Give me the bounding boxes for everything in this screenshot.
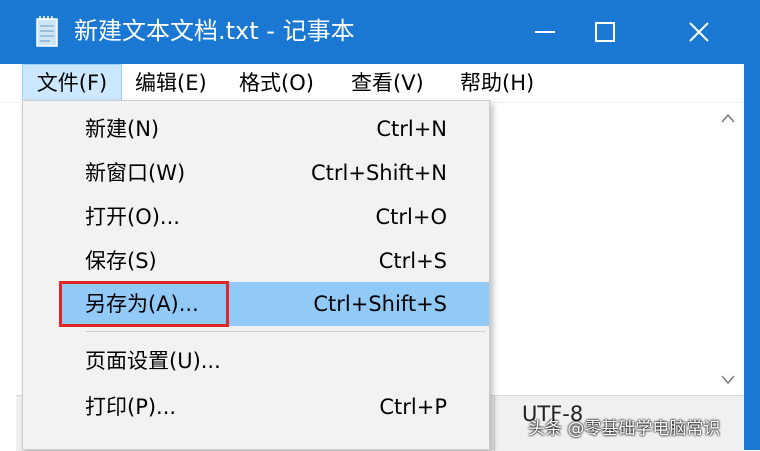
notepad-window: 新建文本文档.txt - 记事本 文件(F) 编辑(E) 格式(O) 查看(V)… <box>0 0 760 451</box>
watermark-text: 头条 @零基础学电脑常识 <box>528 419 721 439</box>
vertical-scrollbar[interactable] <box>712 103 744 395</box>
window-title: 新建文本文档.txt - 记事本 <box>74 17 355 45</box>
scroll-down-icon[interactable] <box>721 375 735 385</box>
close-icon <box>689 22 709 42</box>
close-button[interactable] <box>656 0 742 64</box>
menu-help[interactable]: 帮助(H) <box>460 64 534 102</box>
status-divider <box>494 396 495 451</box>
menu-bar: 文件(F) 编辑(E) 格式(O) 查看(V) 帮助(H) <box>0 64 760 103</box>
menu-separator <box>85 331 485 332</box>
menu-item-shortcut: Ctrl+N <box>376 117 447 141</box>
menu-item-shortcut: Ctrl+O <box>375 205 448 229</box>
menu-item-label: 保存(S) <box>85 249 157 273</box>
notepad-app-icon <box>36 16 58 47</box>
menu-item-print[interactable]: 打印(P)... Ctrl+P <box>23 385 489 429</box>
menu-item-label: 新窗口(W) <box>85 161 186 185</box>
menu-item-page-setup[interactable]: 页面设置(U)... <box>23 339 489 383</box>
minimize-icon <box>535 31 555 33</box>
menu-view[interactable]: 查看(V) <box>351 64 424 102</box>
annotation-highlight-box <box>59 281 229 327</box>
menu-item-new[interactable]: 新建(N) Ctrl+N <box>23 107 489 151</box>
menu-item-new-window[interactable]: 新窗口(W) Ctrl+Shift+N <box>23 151 489 195</box>
window-border-right <box>744 64 760 450</box>
maximize-icon <box>595 22 615 42</box>
menu-item-open[interactable]: 打开(O)... Ctrl+O <box>23 195 489 239</box>
menu-format[interactable]: 格式(O) <box>239 64 314 102</box>
title-bar[interactable]: 新建文本文档.txt - 记事本 <box>0 0 760 64</box>
menu-item-shortcut: Ctrl+S <box>378 249 447 273</box>
scroll-up-icon[interactable] <box>721 113 735 123</box>
maximize-button[interactable] <box>562 0 648 64</box>
menu-item-label: 页面设置(U)... <box>85 349 221 373</box>
file-menu-dropdown: 新建(N) Ctrl+N 新窗口(W) Ctrl+Shift+N 打开(O)..… <box>22 100 490 450</box>
menu-item-shortcut: Ctrl+P <box>379 395 447 419</box>
menu-item-label: 打印(P)... <box>85 395 177 419</box>
menu-item-shortcut: Ctrl+Shift+S <box>313 292 447 316</box>
menu-item-label: 新建(N) <box>85 117 160 141</box>
menu-item-shortcut: Ctrl+Shift+N <box>311 161 447 185</box>
menu-file[interactable]: 文件(F) <box>22 64 122 102</box>
menu-edit[interactable]: 编辑(E) <box>135 64 207 102</box>
menu-item-label: 打开(O)... <box>85 205 180 229</box>
menu-item-save[interactable]: 保存(S) Ctrl+S <box>23 239 489 283</box>
